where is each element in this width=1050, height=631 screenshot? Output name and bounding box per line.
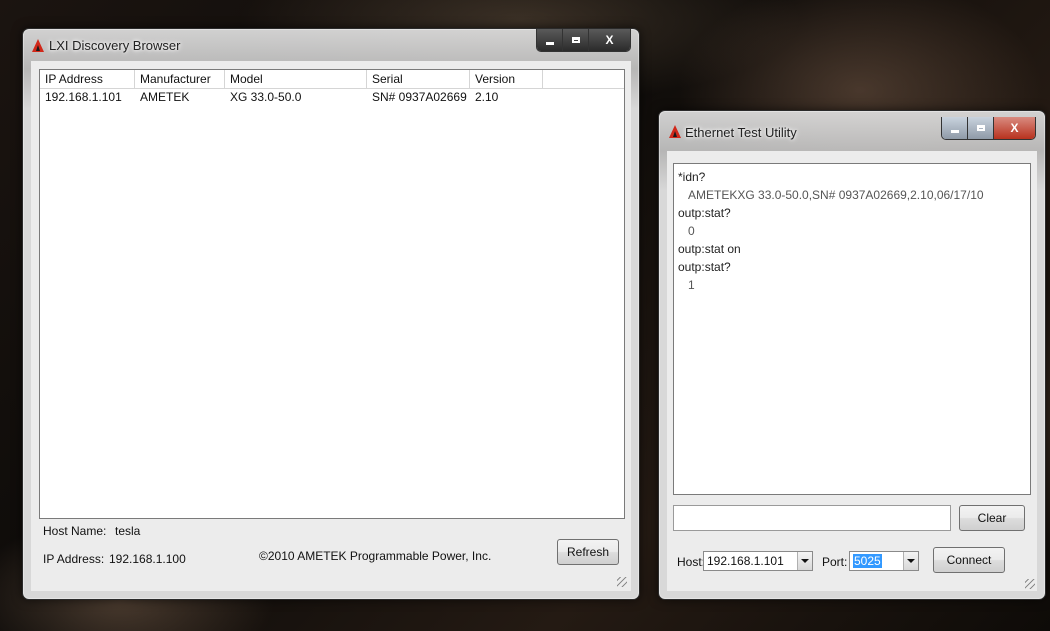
refresh-button[interactable]: Refresh bbox=[557, 539, 619, 565]
ethernet-client-area: *idn? AMETEKXG 33.0-50.0,SN# 0937A02669,… bbox=[667, 151, 1037, 591]
port-dropdown[interactable]: 5025 bbox=[849, 551, 919, 571]
column-header-version[interactable]: Version bbox=[470, 70, 543, 88]
console-line: outp:stat? bbox=[678, 260, 731, 274]
resize-grip-icon[interactable] bbox=[1025, 579, 1035, 589]
maximize-icon bbox=[571, 37, 580, 43]
ethernet-test-utility-window: Ethernet Test Utility X *idn? AMETEKXG 3… bbox=[658, 110, 1046, 600]
cell-model: XG 33.0-50.0 bbox=[230, 90, 302, 104]
command-input[interactable] bbox=[673, 505, 951, 531]
column-header-ip-address[interactable]: IP Address bbox=[40, 70, 135, 88]
column-header-serial[interactable]: Serial bbox=[367, 70, 470, 88]
minimize-button[interactable] bbox=[537, 29, 563, 51]
console-line: outp:stat? bbox=[678, 206, 731, 220]
resize-grip-icon[interactable] bbox=[617, 577, 627, 587]
host-label: Host: bbox=[677, 555, 706, 569]
host-name-value: tesla bbox=[115, 524, 141, 538]
close-icon: X bbox=[1010, 121, 1019, 135]
cell-serial: SN# 0937A02669 bbox=[372, 90, 467, 104]
console-line: outp:stat on bbox=[678, 242, 741, 256]
ethernet-title-bar[interactable]: Ethernet Test Utility X bbox=[659, 111, 1045, 141]
host-dropdown[interactable]: 192.168.1.101 bbox=[703, 551, 813, 571]
console-line: *idn? bbox=[678, 170, 706, 184]
maximize-button[interactable] bbox=[563, 29, 589, 51]
ip-address-label: IP Address: bbox=[43, 552, 105, 566]
connect-button[interactable]: Connect bbox=[933, 547, 1005, 573]
port-value: 5025 bbox=[853, 554, 882, 568]
console-line: AMETEKXG 33.0-50.0,SN# 0937A02669,2.10,0… bbox=[688, 188, 984, 202]
cell-manufacturer: AMETEK bbox=[140, 90, 190, 104]
copyright-text: ©2010 AMETEK Programmable Power, Inc. bbox=[259, 549, 492, 563]
lxi-discovery-window: LXI Discovery Browser X IP Address Manuf… bbox=[22, 28, 640, 600]
console-line: 0 bbox=[688, 224, 695, 238]
console-line: 1 bbox=[688, 278, 695, 292]
dropdown-arrow-icon[interactable] bbox=[903, 552, 918, 570]
close-button[interactable]: X bbox=[589, 29, 630, 51]
cell-ip-address: 192.168.1.101 bbox=[45, 90, 122, 104]
device-list[interactable]: IP Address Manufacturer Model Serial Ver… bbox=[39, 69, 625, 519]
column-header-model[interactable]: Model bbox=[225, 70, 367, 88]
ip-address-value: 192.168.1.100 bbox=[109, 552, 186, 566]
minimize-button[interactable] bbox=[942, 117, 968, 139]
host-value: 192.168.1.101 bbox=[707, 554, 784, 568]
lxi-title-bar[interactable]: LXI Discovery Browser X bbox=[23, 29, 639, 59]
ametek-logo-icon bbox=[32, 39, 44, 52]
cell-version: 2.10 bbox=[475, 90, 499, 104]
maximize-icon bbox=[976, 125, 985, 131]
ametek-logo-icon bbox=[669, 125, 681, 138]
maximize-button[interactable] bbox=[968, 117, 994, 139]
ethernet-caption-buttons: X bbox=[941, 117, 1036, 140]
lxi-client-area: IP Address Manufacturer Model Serial Ver… bbox=[31, 61, 631, 591]
device-list-header: IP Address Manufacturer Model Serial Ver… bbox=[40, 70, 624, 89]
dropdown-arrow-icon[interactable] bbox=[797, 552, 812, 570]
minimize-icon bbox=[950, 129, 959, 133]
host-name-label: Host Name: bbox=[43, 524, 107, 538]
response-console[interactable]: *idn? AMETEKXG 33.0-50.0,SN# 0937A02669,… bbox=[673, 163, 1031, 495]
column-header-manufacturer[interactable]: Manufacturer bbox=[135, 70, 225, 88]
close-icon: X bbox=[605, 33, 614, 47]
table-row[interactable]: 192.168.1.101 AMETEK XG 33.0-50.0 SN# 09… bbox=[40, 89, 624, 105]
clear-button[interactable]: Clear bbox=[959, 505, 1025, 531]
lxi-window-title: LXI Discovery Browser bbox=[49, 38, 181, 53]
minimize-icon bbox=[545, 41, 554, 45]
ethernet-window-title: Ethernet Test Utility bbox=[685, 125, 797, 140]
close-button[interactable]: X bbox=[994, 117, 1035, 139]
port-label: Port: bbox=[822, 555, 848, 569]
lxi-caption-buttons: X bbox=[536, 29, 631, 52]
